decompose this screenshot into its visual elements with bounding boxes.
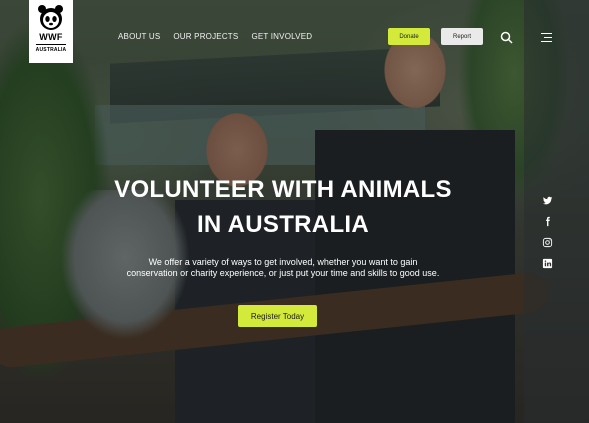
hamburger-menu-icon[interactable] [541, 33, 552, 42]
linkedin-icon[interactable] [542, 258, 553, 269]
menu-line [541, 41, 552, 42]
nav-get-involved[interactable]: GET INVOLVED [251, 32, 312, 41]
hero-title-line-2: IN AUSTRALIA [196, 211, 370, 238]
main-nav: ABOUT US OUR PROJECTS GET INVOLVED [118, 32, 312, 41]
donate-button[interactable]: Donate [388, 28, 430, 45]
menu-line [544, 37, 552, 38]
twitter-icon[interactable] [542, 195, 553, 206]
search-icon[interactable] [500, 31, 513, 44]
hero-subtitle: We offer a variety of ways to get involv… [93, 257, 473, 279]
facebook-icon[interactable] [542, 216, 553, 227]
nav-about-us[interactable]: ABOUT US [118, 32, 160, 41]
nav-our-projects[interactable]: OUR PROJECTS [173, 32, 238, 41]
report-button[interactable]: Report [441, 28, 483, 45]
logo-text: WWF [39, 32, 63, 42]
wwf-logo[interactable]: WWF AUSTRALIA [29, 0, 73, 63]
panda-icon [38, 5, 63, 30]
logo-divider [36, 44, 66, 45]
instagram-icon[interactable] [542, 237, 553, 248]
social-links [542, 195, 553, 269]
hero-title-line-1: VOLUNTEER WITH ANIMALS [114, 176, 452, 203]
hero-subtitle-line-1: We offer a variety of ways to get involv… [148, 257, 418, 267]
hero-title: VOLUNTEER WITH ANIMALS IN AUSTRALIA [83, 172, 483, 242]
menu-line [541, 33, 552, 34]
hero-subtitle-line-2: conservation or charity experience, or j… [126, 268, 440, 278]
page: WWF AUSTRALIA ABOUT US OUR PROJECTS GET … [0, 0, 589, 423]
register-today-button[interactable]: Register Today [238, 305, 317, 327]
right-side-panel [524, 0, 589, 423]
logo-subtext: AUSTRALIA [35, 47, 67, 53]
